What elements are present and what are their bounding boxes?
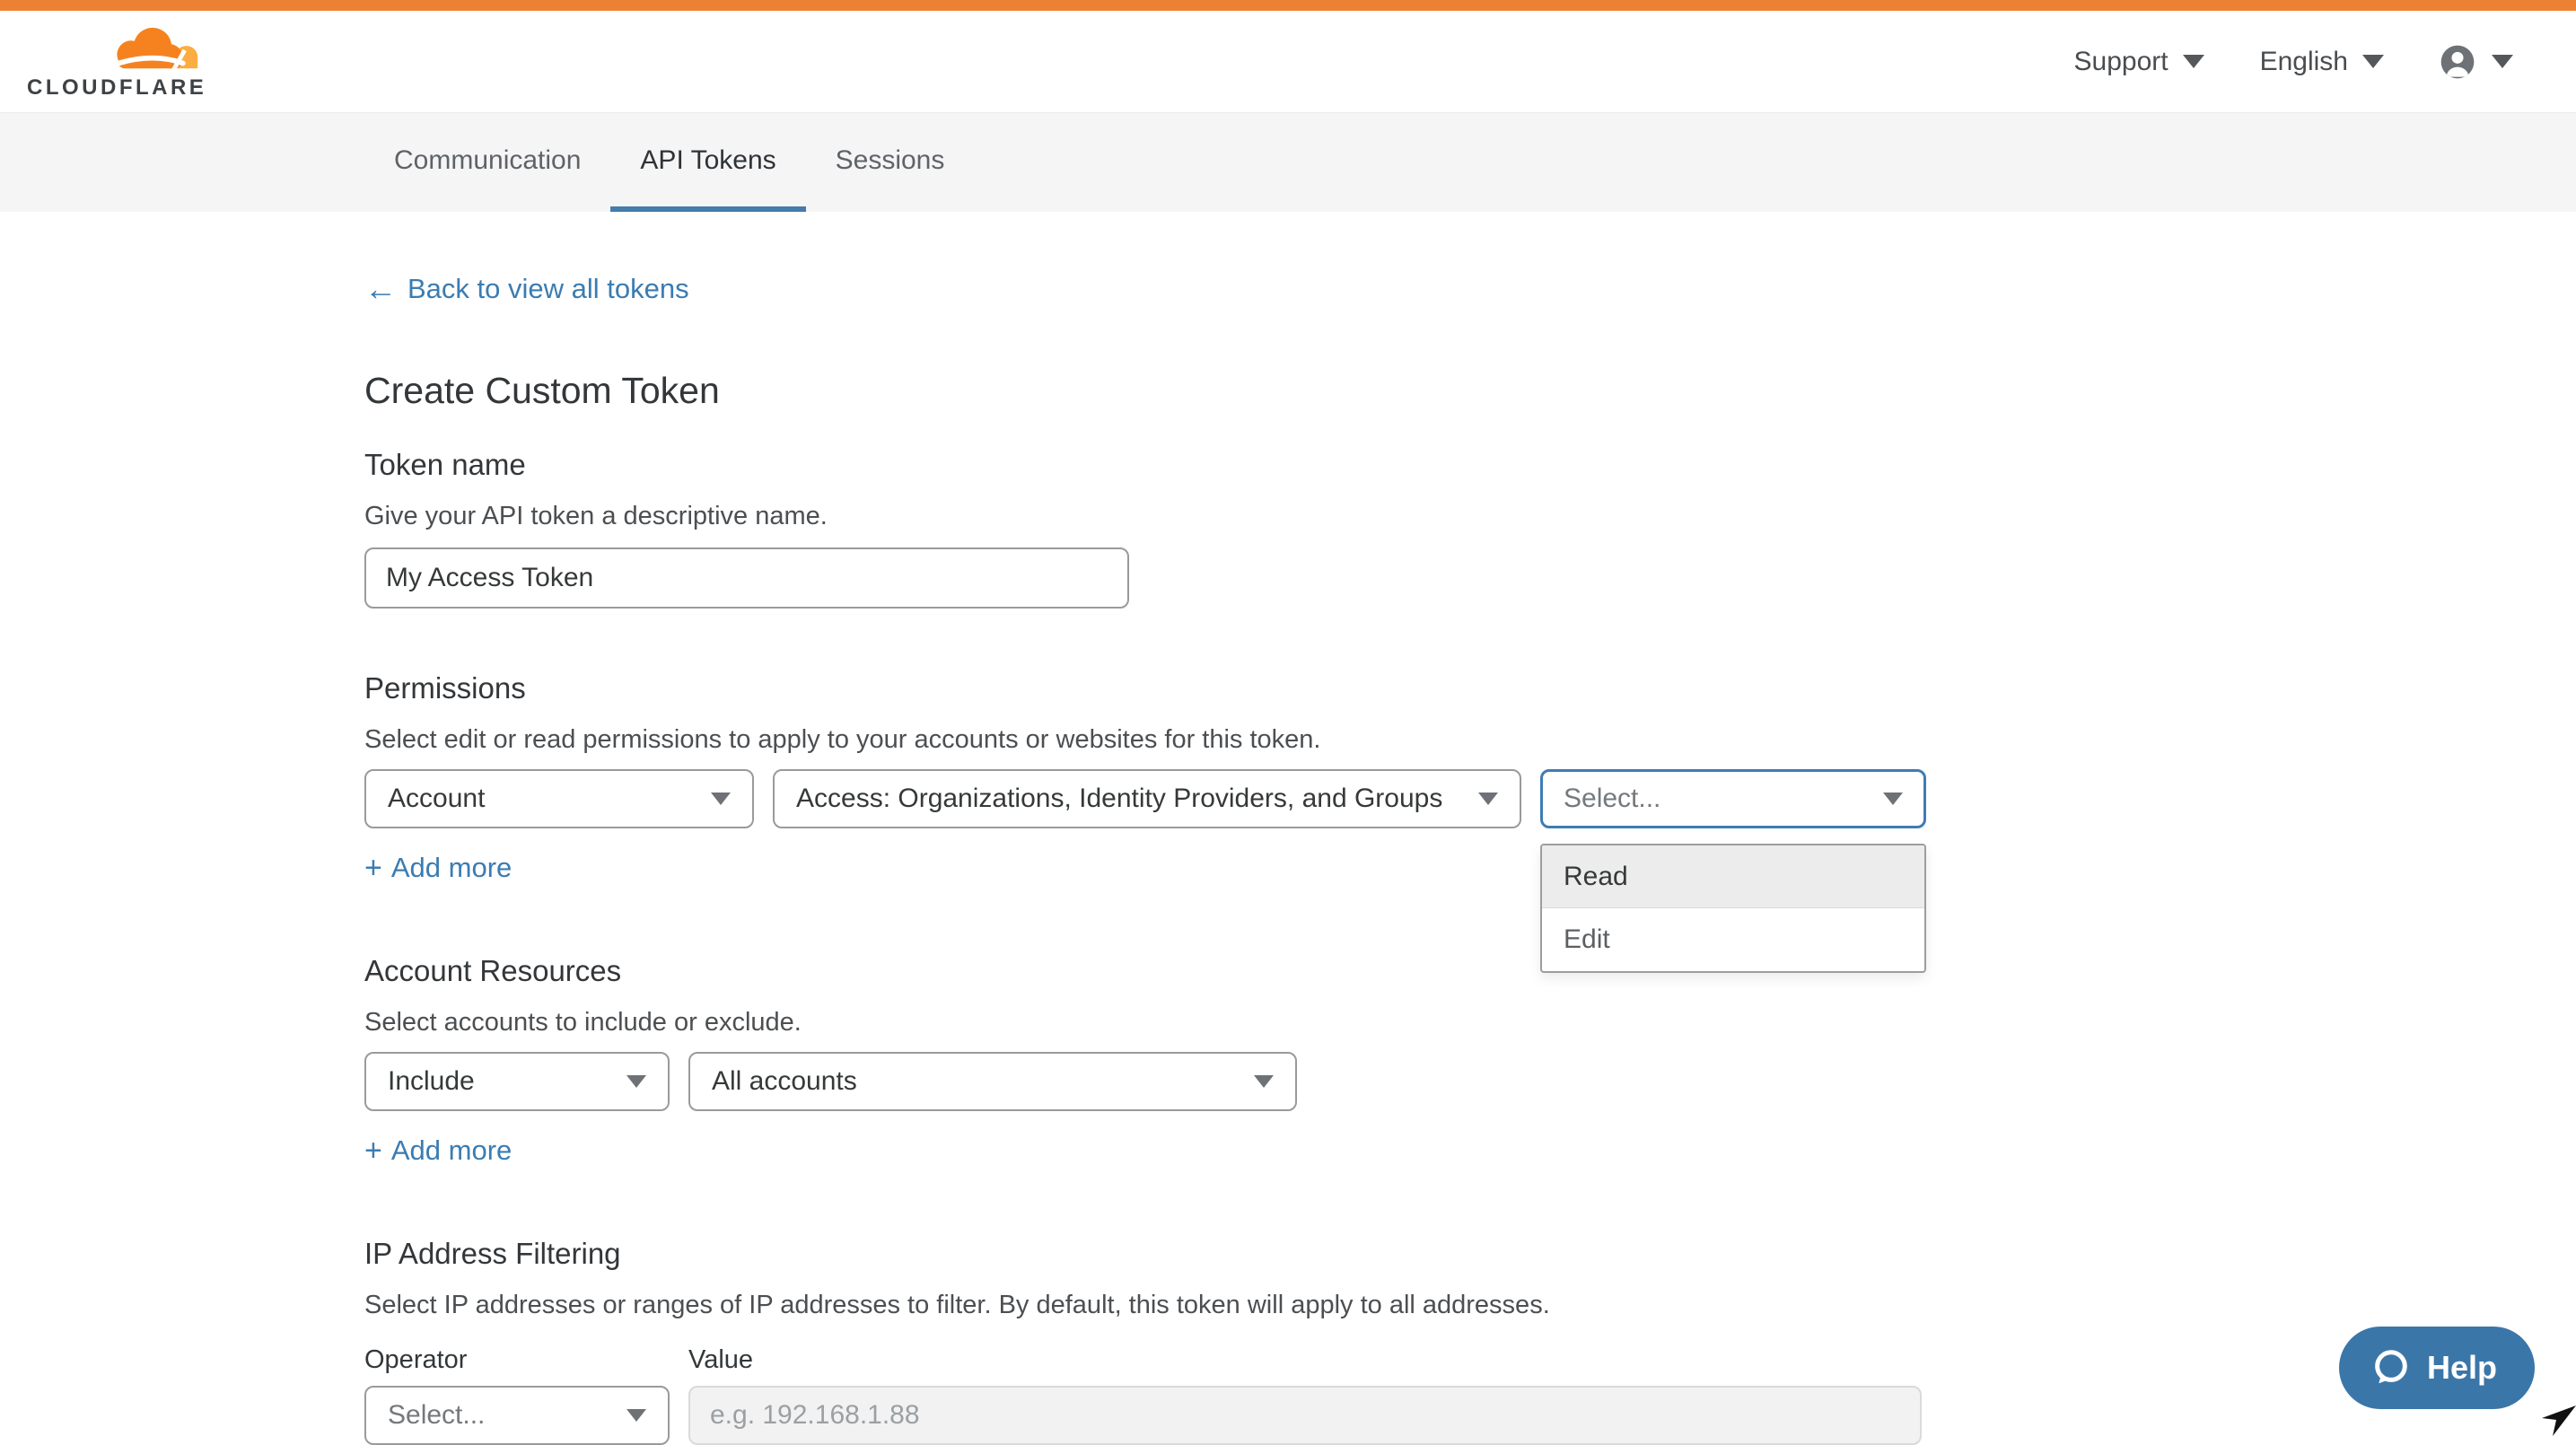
account-resources-description: Select accounts to include or exclude.	[364, 1008, 2576, 1038]
support-menu-label: Support	[2074, 47, 2169, 77]
permissions-add-more-link[interactable]: + Add more	[364, 852, 512, 884]
value-label: Value	[688, 1345, 753, 1375]
chat-bubble-icon	[2370, 1347, 2411, 1388]
tab-sessions[interactable]: Sessions	[806, 113, 975, 212]
ip-operator-placeholder: Select...	[388, 1400, 485, 1431]
back-arrow-icon: ←	[364, 273, 397, 305]
permissions-heading: Permissions	[364, 671, 2576, 705]
permission-scope-value: Account	[388, 784, 485, 814]
token-name-heading: Token name	[364, 448, 2576, 482]
ip-filtering-fields: Select...	[364, 1386, 2576, 1445]
language-menu-label: English	[2260, 47, 2348, 77]
language-menu[interactable]: English	[2260, 47, 2384, 77]
support-menu[interactable]: Support	[2074, 47, 2204, 77]
chevron-down-icon	[2492, 55, 2513, 68]
permission-resource-value: Access: Organizations, Identity Provider…	[796, 784, 1442, 814]
cloudflare-cloud-icon	[104, 23, 201, 74]
ip-filtering-heading: IP Address Filtering	[364, 1237, 2576, 1271]
chevron-down-icon	[1883, 793, 1903, 805]
tab-bar: Communication API Tokens Sessions	[0, 112, 2576, 212]
add-more-label: Add more	[391, 852, 512, 884]
account-resources-row: Include All accounts	[364, 1052, 2576, 1111]
permission-level-placeholder: Select...	[1564, 784, 1660, 814]
add-more-label: Add more	[391, 1134, 512, 1167]
permissions-row: Account Access: Organizations, Identity …	[364, 769, 2576, 828]
operator-label: Operator	[364, 1345, 670, 1375]
back-link-label: Back to view all tokens	[407, 273, 689, 305]
ip-filtering-description: Select IP addresses or ranges of IP addr…	[364, 1291, 2576, 1320]
chevron-down-icon	[626, 1075, 646, 1088]
account-resources-add-more-link[interactable]: + Add more	[364, 1134, 512, 1167]
menu-option-edit[interactable]: Edit	[1542, 908, 1924, 971]
chevron-down-icon	[711, 793, 731, 805]
ip-operator-select[interactable]: Select...	[364, 1386, 670, 1445]
ip-filtering-labels: Operator Value	[364, 1345, 2576, 1375]
main-content: ← Back to view all tokens Create Custom …	[0, 212, 2576, 1445]
page: CLOUDFLARE Support English	[0, 0, 2576, 1431]
chevron-down-icon	[2362, 55, 2384, 68]
token-name-description: Give your API token a descriptive name.	[364, 502, 2576, 531]
chevron-down-icon	[1254, 1075, 1274, 1088]
mouse-cursor-icon	[2540, 1400, 2576, 1440]
menu-option-read[interactable]: Read	[1542, 845, 1924, 908]
account-menu[interactable]	[2440, 44, 2513, 80]
tab-communication[interactable]: Communication	[364, 113, 610, 212]
plus-icon: +	[364, 1135, 382, 1166]
permission-scope-select[interactable]: Account	[364, 769, 754, 828]
plus-icon: +	[364, 853, 382, 883]
help-button[interactable]: Help	[2339, 1327, 2535, 1409]
brand-accent-bar	[0, 0, 2576, 11]
chevron-down-icon	[2183, 55, 2204, 68]
permission-level-menu: Read Edit	[1540, 844, 1926, 973]
user-avatar-icon	[2440, 44, 2475, 80]
account-mode-select[interactable]: Include	[364, 1052, 670, 1111]
accounts-value: All accounts	[712, 1066, 857, 1097]
account-mode-value: Include	[388, 1066, 475, 1097]
chevron-down-icon	[626, 1409, 646, 1422]
permission-level-select[interactable]: Select... Read Edit	[1540, 769, 1926, 828]
cloudflare-wordmark: CLOUDFLARE	[27, 75, 206, 101]
account-resources-heading: Account Resources	[364, 954, 2576, 988]
ip-value-input[interactable]	[688, 1386, 1922, 1445]
permissions-description: Select edit or read permissions to apply…	[364, 725, 2576, 755]
chevron-down-icon	[1478, 793, 1498, 805]
header-nav: Support English	[2074, 44, 2513, 80]
token-name-input[interactable]	[364, 547, 1129, 609]
accounts-select[interactable]: All accounts	[688, 1052, 1297, 1111]
back-to-tokens-link[interactable]: ← Back to view all tokens	[364, 273, 689, 305]
page-title: Create Custom Token	[364, 370, 2576, 412]
permission-resource-select[interactable]: Access: Organizations, Identity Provider…	[773, 769, 1521, 828]
cloudflare-logo[interactable]: CLOUDFLARE	[27, 23, 206, 101]
app-header: CLOUDFLARE Support English	[0, 11, 2576, 112]
help-button-label: Help	[2427, 1349, 2497, 1387]
tab-api-tokens[interactable]: API Tokens	[610, 113, 805, 212]
